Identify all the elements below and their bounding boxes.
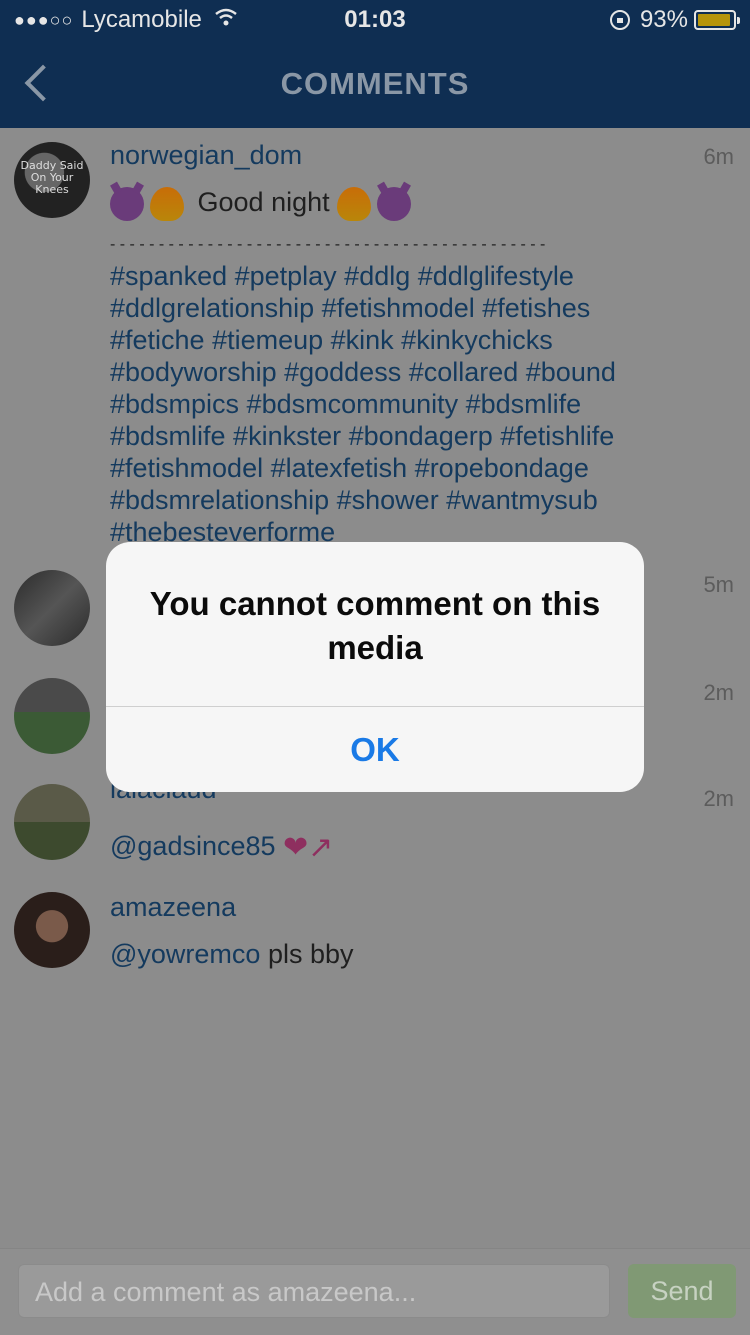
comment-greeting: Good night [197, 187, 330, 217]
comment-time: 2m [703, 680, 734, 705]
ok-button[interactable]: OK [106, 707, 644, 792]
avatar[interactable] [14, 784, 90, 860]
comment-input[interactable]: Add a comment as amazeena... [18, 1264, 610, 1318]
alert-dialog: You cannot comment on this media OK [106, 542, 644, 792]
fire-emoji-icon [150, 186, 184, 221]
comment-greeting-line: Good night [110, 186, 710, 224]
avatar-logo-text: Daddy Said On Your Knees [20, 159, 84, 196]
avatar[interactable]: Daddy Said On Your Knees [14, 142, 90, 218]
avatar[interactable] [14, 678, 90, 754]
avatar[interactable] [14, 892, 90, 968]
comment-separator: - - - - - - - - - - - - - - - - - - - - … [110, 236, 546, 253]
comment-text: pls bby [267, 939, 354, 969]
status-bar: ●●●○○ Lycamobile 01:03 93% [0, 0, 750, 40]
rotation-lock-icon [609, 10, 630, 30]
comment-username[interactable]: amazeena [110, 892, 236, 923]
battery-icon [694, 10, 740, 30]
avatar[interactable] [14, 570, 90, 646]
send-button[interactable]: Send [628, 1264, 736, 1318]
battery-percentage: 93% [639, 6, 688, 33]
comment-username[interactable]: norwegian_dom [110, 140, 302, 171]
navigation-bar: COMMENTS [0, 40, 750, 128]
battery-cap [737, 17, 740, 24]
comment-hashtags[interactable]: #spanked #petplay #ddlg #ddlglifestyle #… [110, 260, 685, 548]
comment-body: @yowremco pls bby [110, 938, 710, 970]
comment-time: 2m [703, 786, 734, 811]
page-title: COMMENTS [280, 66, 470, 101]
smiling-devil-emoji-icon [110, 186, 144, 221]
comment-body: Good night - - - - - - - - - - - - - - -… [110, 186, 710, 548]
heart-with-arrow-emoji-icon: ❤↗ [283, 830, 334, 864]
fire-emoji-icon [337, 186, 372, 221]
battery-fill [698, 14, 730, 26]
comment-mention[interactable]: @yowremco [110, 939, 260, 969]
comment-time: 6m [703, 144, 734, 169]
comment-body: @gadsince85 ❤↗ [110, 830, 710, 864]
comment-mention[interactable]: @gadsince85 [110, 831, 276, 861]
comment-composer: Add a comment as amazeena... Send [0, 1248, 750, 1335]
comment-time: 5m [703, 572, 734, 597]
smiling-devil-emoji-icon [377, 186, 412, 221]
alert-message: You cannot comment on this media [149, 585, 601, 666]
